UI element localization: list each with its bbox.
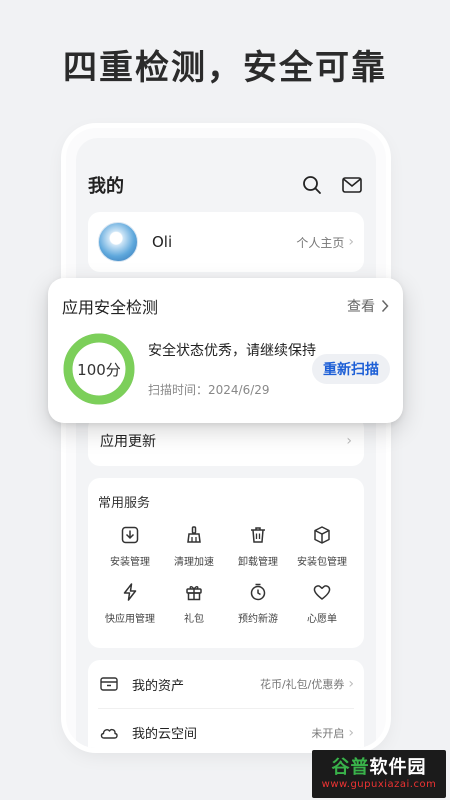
- my-assets-value: 花币/礼包/优惠券: [259, 678, 345, 691]
- wallet-icon: [98, 673, 120, 695]
- my-assets-row[interactable]: 我的资产 花币/礼包/优惠券 ›: [98, 660, 354, 708]
- chevron-right-icon: ›: [348, 234, 354, 250]
- install-icon: [118, 523, 142, 547]
- mail-icon[interactable]: [340, 173, 364, 197]
- security-title: 应用安全检测: [62, 298, 159, 317]
- trash-icon: [246, 523, 270, 547]
- chevron-right-icon: ›: [348, 676, 354, 692]
- service-wishlist[interactable]: 心愿单: [290, 580, 354, 625]
- service-label: 安装包管理: [297, 557, 347, 568]
- package-icon: [310, 523, 334, 547]
- broom-icon: [182, 523, 206, 547]
- service-package-management[interactable]: 安装包管理: [290, 523, 354, 568]
- profile-home-link[interactable]: 个人主页 ›: [296, 234, 354, 251]
- service-label: 预约新游: [238, 614, 278, 625]
- my-cloud-value: 未开启: [311, 726, 345, 740]
- page-title: 我的: [88, 176, 124, 197]
- app-update-row[interactable]: 应用更新 ›: [88, 416, 364, 466]
- promo-headline: 四重检测，安全可靠: [63, 48, 387, 88]
- search-icon[interactable]: [300, 173, 324, 197]
- top-bar: 我的: [88, 170, 364, 200]
- chevron-right-icon: [381, 299, 389, 313]
- rescan-button[interactable]: 重新扫描: [312, 354, 390, 384]
- avatar[interactable]: [98, 222, 138, 262]
- chevron-right-icon: ›: [346, 433, 352, 449]
- app-screen: 我的 Oli 个人主页 › 应用更新 › 常用服务 安装管理 清理加速 卸载管理…: [76, 138, 376, 748]
- service-label: 心愿单: [307, 614, 337, 625]
- service-label: 礼包: [184, 614, 204, 625]
- bolt-icon: [118, 580, 142, 604]
- security-message: 安全状态优秀，请继续保持: [148, 343, 316, 359]
- security-view-link[interactable]: 查看: [347, 296, 389, 316]
- service-clean-boost[interactable]: 清理加速: [162, 523, 226, 568]
- service-label: 快应用管理: [105, 614, 155, 625]
- heart-icon: [310, 580, 334, 604]
- profile-name: Oli: [152, 233, 173, 251]
- watermark: 谷普软件园 www.gupuxiazai.com: [312, 750, 446, 798]
- watermark-brand-a: 谷普: [331, 757, 370, 778]
- security-score-ring: 100分: [62, 332, 136, 406]
- my-cloud-row[interactable]: 我的云空间 未开启 ›: [98, 708, 354, 748]
- security-score: 100分: [77, 360, 121, 379]
- service-uninstall-management[interactable]: 卸载管理: [226, 523, 290, 568]
- assets-card: 我的资产 花币/礼包/优惠券 › 我的云空间 未开启 ›: [88, 660, 364, 748]
- chevron-right-icon: ›: [348, 724, 354, 741]
- service-quick-app-management[interactable]: 快应用管理: [98, 580, 162, 625]
- service-reserve-games[interactable]: 预约新游: [226, 580, 290, 625]
- app-update-label: 应用更新: [100, 434, 156, 450]
- timer-icon: [246, 580, 270, 604]
- watermark-brand-b: 软件园: [369, 757, 427, 778]
- service-label: 卸载管理: [238, 557, 278, 568]
- gift-icon: [182, 580, 206, 604]
- service-install-management[interactable]: 安装管理: [98, 523, 162, 568]
- services-card: 常用服务 安装管理 清理加速 卸载管理 安装包管理 快应用管理 礼包 预约新游 …: [88, 478, 364, 648]
- service-label: 安装管理: [110, 557, 150, 568]
- service-label: 清理加速: [174, 557, 214, 568]
- profile-card[interactable]: Oli 个人主页 ›: [88, 212, 364, 272]
- profile-home-label: 个人主页: [296, 235, 345, 250]
- my-cloud-label: 我的云空间: [132, 727, 198, 742]
- services-title: 常用服务: [98, 496, 151, 511]
- security-view-label: 查看: [347, 299, 375, 315]
- service-gift[interactable]: 礼包: [162, 580, 226, 625]
- my-assets-label: 我的资产: [132, 678, 185, 694]
- scan-time: 扫描时间：2024/6/29: [148, 383, 270, 397]
- cloud-icon: [98, 722, 120, 744]
- security-check-card: 应用安全检测 查看 100分 安全状态优秀，请继续保持 扫描时间：2024/6/…: [48, 278, 403, 423]
- watermark-url: www.gupuxiazai.com: [321, 779, 437, 790]
- phone-mockup: 我的 Oli 个人主页 › 应用更新 › 常用服务 安装管理 清理加速 卸载管理…: [66, 128, 386, 748]
